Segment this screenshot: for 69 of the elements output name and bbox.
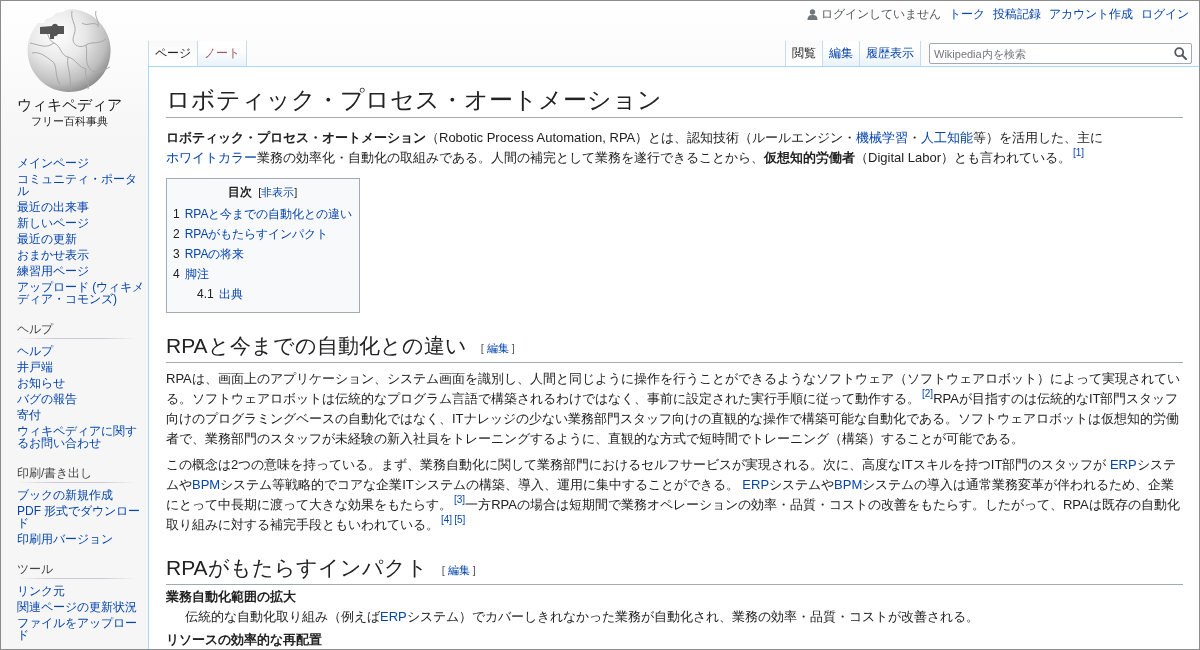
- toc-link[interactable]: 3 RPAの将来: [173, 247, 245, 261]
- link[interactable]: 人工知能: [921, 130, 974, 145]
- sidebar-link[interactable]: アップロード (ウィキメディア・コモンズ): [17, 281, 145, 305]
- toc-link[interactable]: 4 脚注: [173, 267, 209, 281]
- citation-link[interactable]: [2]: [922, 388, 934, 399]
- tab[interactable]: ノート: [198, 41, 247, 66]
- sidebar-link[interactable]: リンク元: [17, 585, 145, 597]
- citation-link[interactable]: [5]: [454, 514, 466, 525]
- definition-text: 伝統的な自動化取り組み（例えばERPシステム）でカバーしきれなかった業務が自動化され、業務の効率・品質・コストが改善される。: [185, 608, 980, 626]
- link[interactable]: BPM: [192, 477, 221, 492]
- personal-link[interactable]: トーク: [949, 7, 985, 21]
- link[interactable]: ERP: [742, 477, 770, 492]
- search-field[interactable]: Wikipedia内を検索: [929, 43, 1192, 64]
- sidebar-link[interactable]: 最近の更新: [17, 233, 145, 245]
- sidebar-link[interactable]: 印刷用バージョン: [17, 533, 145, 545]
- definition-term: 業務自動化範囲の拡大: [166, 589, 296, 604]
- sidebar-link[interactable]: おまかせ表示: [17, 249, 145, 261]
- paragraph: ロボティック・プロセス・オートメーション（Robotic Process Automation, RPA）とは、認知技術（ルールエンジン・機械学習・人工知能等）を活用した、主に ホワイトカラー業務の効率化・自動化の取組みである。人間の補完として業務を遂行できることから、仮想知的労働者（Digital Labor）とも言われている。$^{[1]}$: [166, 129, 1105, 167]
- tab[interactable]: ページ: [149, 41, 198, 66]
- tab[interactable]: 編集: [823, 41, 860, 66]
- tab[interactable]: 履歴表示: [860, 41, 921, 66]
- sidebar-link[interactable]: ブックの新規作成: [17, 489, 145, 501]
- portal-heading: ヘルプ: [17, 323, 53, 335]
- sidebar-link[interactable]: 新しいページ: [17, 217, 145, 229]
- personal-link[interactable]: 投稿記録: [993, 7, 1041, 21]
- toc-link[interactable]: 2 RPAがもたらすインパクト: [173, 227, 329, 241]
- site-tagline: フリー百科事典: [31, 114, 108, 128]
- page-title: ロボティック・プロセス・オートメーション: [166, 85, 662, 115]
- citation-link[interactable]: [3]: [454, 494, 466, 505]
- personal-link[interactable]: ログイン: [1141, 7, 1189, 21]
- edit-link[interactable]: [ 編集 ]: [480, 342, 515, 354]
- toc-link[interactable]: 1 RPAと今までの自動化との違い: [173, 207, 353, 221]
- sidebar-link[interactable]: 井戸端: [17, 361, 145, 373]
- sidebar-link[interactable]: 最近の出来事: [17, 201, 145, 213]
- sidebar-link[interactable]: 寄付: [17, 409, 145, 421]
- section-heading: RPAがもたらすインパクト: [166, 556, 428, 579]
- search-icon[interactable]: [1174, 47, 1187, 60]
- link[interactable]: BPM: [834, 477, 863, 492]
- sidebar-link[interactable]: ヘルプ: [17, 345, 145, 357]
- sidebar-link[interactable]: PDF 形式でダウンロード: [17, 505, 145, 529]
- link[interactable]: ホワイトカラー: [166, 150, 257, 165]
- edit-link[interactable]: [ 編集 ]: [441, 564, 476, 576]
- sidebar-link[interactable]: ウィキペディアに関するお問い合わせ: [17, 425, 145, 449]
- citation-link[interactable]: [4]: [441, 514, 453, 525]
- link[interactable]: 機械学習: [856, 130, 909, 145]
- portal-heading: 印刷/書き出し: [17, 467, 93, 479]
- sidebar-link[interactable]: バグの報告: [17, 393, 145, 405]
- toc-toggle[interactable]: [非表示]: [258, 186, 298, 198]
- sidebar-link[interactable]: 関連ページの更新状況: [17, 601, 145, 613]
- sidebar-link[interactable]: メインページ: [17, 157, 145, 169]
- link[interactable]: ERP: [1109, 457, 1137, 472]
- personal-link[interactable]: アカウント作成: [1049, 7, 1133, 21]
- sidebar-link[interactable]: 練習用ページ: [17, 265, 145, 277]
- section-heading: RPAと今までの自動化との違い: [166, 334, 467, 357]
- tab[interactable]: 閲覧: [786, 41, 823, 66]
- portal-heading: ツール: [17, 563, 53, 575]
- paragraph: RPAは、画面上のアプリケーション、システム画面を識別し、人間と同じように操作を行うことができるようなソフトウェア（ソフトウェアロボット）によって実現されている。ソフトウェアロボットは伝統的なプログラム言語で構築されるわけではなく、事前に設定された実行手順に従って動作する。$^{[2]}$RPAが目指すのは伝統的なIT部門スタッフ向けのプログラミングベースの自動化ではなく、ITナレッジの少ない業務部門スタッフ向けの直観的な操作で構築可能な自動化である。ソフトウェアロボットは仮想知的労働者で、業務部門のスタッフが未経験の新入社員をトレーニングするように、直観的な方式で短時間でトレーニング（構築）することが可能である。: [166, 370, 1181, 448]
- citation-link[interactable]: [1]: [1073, 147, 1085, 158]
- sidebar-link[interactable]: コミュニティ・ポータル: [17, 173, 145, 197]
- link[interactable]: ERP: [380, 609, 407, 624]
- site-wordmark[interactable]: ウィキペディア: [17, 96, 122, 114]
- toc-title: 目次: [228, 185, 253, 199]
- definition-term: リソースの効率的な再配置: [166, 632, 322, 647]
- sidebar-link[interactable]: お知らせ: [17, 377, 145, 389]
- toc-link[interactable]: 4.1 出典: [197, 287, 243, 301]
- user-icon: [807, 8, 818, 20]
- login-status: ログインしていません: [821, 7, 941, 21]
- sidebar-link[interactable]: ファイルをアップロード: [17, 617, 145, 641]
- puzzle-globe-icon[interactable]: [26, 7, 113, 93]
